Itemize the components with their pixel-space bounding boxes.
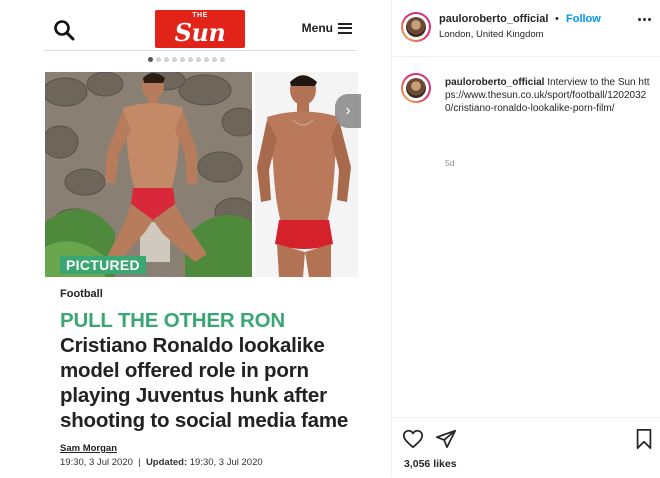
carousel-dots [148,57,225,62]
search-icon[interactable] [53,19,75,41]
post-side-panel: pauloroberto_official • Follow London, U… [392,0,660,477]
share-icon[interactable] [435,428,457,450]
chevron-right-icon: › [345,102,351,119]
sun-header-bar: THE Sun Menu [44,10,357,51]
menu-button[interactable]: Menu [302,21,352,35]
post-image[interactable]: THE Sun Menu › PICTURED Football PULL TH… [0,0,392,477]
article-headline[interactable]: PULL THE OTHER RON Cristiano Ronaldo loo… [60,308,360,433]
menu-label: Menu [301,21,333,35]
carousel-dot[interactable] [156,57,161,62]
header-username[interactable]: pauloroberto_official [439,13,548,25]
published-date: 19:30, 3 Jul 2020 [60,457,133,468]
post-header: pauloroberto_official • Follow London, U… [392,0,660,57]
post-actions: 3,056 likes [392,417,660,478]
post-location[interactable]: London, United Kingdom [439,29,544,40]
carousel-dot[interactable] [180,57,185,62]
model-photo [45,72,252,277]
more-icon[interactable] [638,18,651,21]
carousel-dot[interactable] [148,57,153,62]
headline-kicker: PULL THE OTHER RON [60,309,285,332]
carousel-dot[interactable] [188,57,193,62]
headline-text: Cristiano Ronaldo lookalike model offere… [60,334,349,432]
sun-logo[interactable]: THE Sun [155,10,245,48]
carousel-dot[interactable] [172,57,177,62]
article-dates: 19:30, 3 Jul 2020 | Updated: 19:30, 3 Ju… [60,457,263,468]
carousel-dot[interactable] [164,57,169,62]
likes-count[interactable]: 3,056 likes [404,458,457,470]
post-caption: pauloroberto_official Interview to the S… [445,76,650,115]
carousel-next-button[interactable]: › [335,94,361,128]
article-author[interactable]: Sam Morgan [60,443,117,454]
heart-icon[interactable] [402,428,424,450]
avatar[interactable] [401,12,431,42]
model-photo-art [45,72,252,277]
carousel-dot[interactable] [196,57,201,62]
pictured-badge: PICTURED [60,256,146,274]
updated-date: 19:30, 3 Jul 2020 [189,457,263,468]
carousel-dot[interactable] [220,57,225,62]
carousel-dot[interactable] [212,57,217,62]
hamburger-icon [338,22,352,34]
carousel-dot[interactable] [204,57,209,62]
article-section[interactable]: Football [60,288,103,300]
logo-word: Sun [174,18,226,47]
caption-avatar[interactable] [401,73,431,103]
follow-button[interactable]: Follow [566,13,601,25]
caption-username[interactable]: pauloroberto_official [445,77,544,88]
updated-label: Updated: [145,457,188,468]
header-separator: • [555,13,559,25]
caption-age: 5d [445,158,455,168]
bookmark-icon[interactable] [633,428,655,450]
